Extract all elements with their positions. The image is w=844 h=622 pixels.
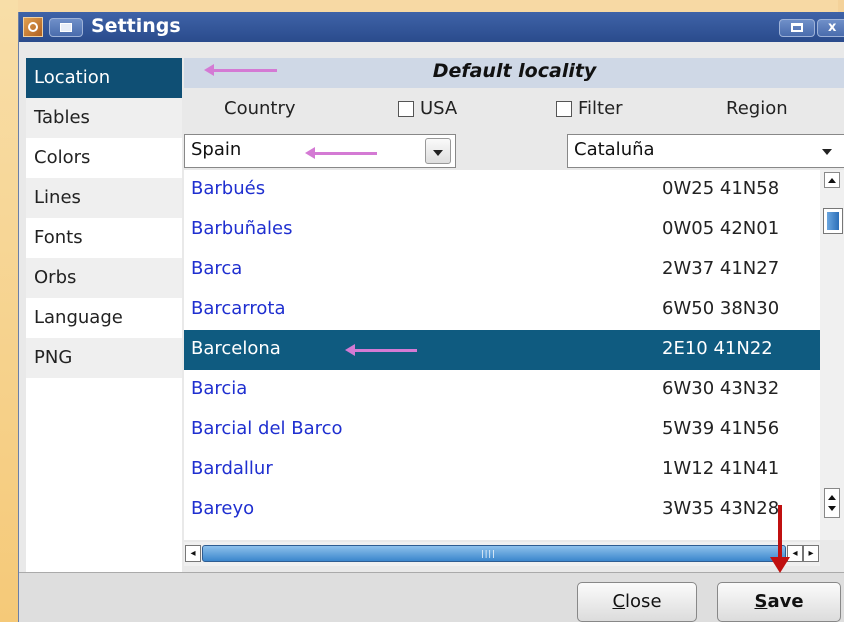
app-icon[interactable]: [23, 17, 43, 37]
sidebar-item-orbs[interactable]: Orbs: [26, 258, 182, 298]
sidebar-item-tables[interactable]: Tables: [26, 98, 182, 138]
horizontal-scrollbar[interactable]: ◂ |||| ◂ ▸: [184, 542, 820, 566]
dialog-footer: Close Save: [19, 572, 844, 622]
location-coords: 3W35 43N28: [662, 498, 780, 519]
list-item[interactable]: Barcarrota 6W50 38N30: [184, 290, 820, 330]
list-item[interactable]: Bardallur 1W12 41N41: [184, 450, 820, 490]
close-button[interactable]: Close: [577, 582, 697, 622]
section-title: Default locality: [432, 60, 597, 82]
sidebar-item-language[interactable]: Language: [26, 298, 182, 338]
location-coords: 0W05 42N01: [662, 218, 780, 239]
annotation-arrow-save: [770, 505, 790, 573]
location-coords: 0W25 41N58: [662, 178, 780, 199]
sidebar-item-lines[interactable]: Lines: [26, 178, 182, 218]
country-label: Country: [224, 98, 296, 119]
location-name: Bardallur: [191, 458, 273, 479]
location-name: Barbuñales: [191, 218, 293, 239]
location-name: Barcelona: [191, 338, 281, 359]
sidebar-item-fonts[interactable]: Fonts: [26, 218, 182, 258]
settings-window: Settings x Location Tables Colors Lines …: [18, 12, 844, 622]
chevron-down-icon[interactable]: [425, 138, 451, 164]
list-item[interactable]: Barbués 0W25 41N58: [184, 170, 820, 210]
location-name: Bareyo: [191, 498, 255, 519]
region-select[interactable]: Cataluña: [567, 134, 844, 168]
region-label: Region: [726, 98, 788, 119]
annotation-arrow-country: [305, 147, 377, 159]
list-item[interactable]: Barbuñales 0W05 42N01: [184, 210, 820, 250]
region-select-value: Cataluña: [574, 139, 655, 160]
maximize-button[interactable]: [779, 19, 815, 37]
scroll-right-arrow-icon[interactable]: ▸: [803, 545, 819, 562]
desktop-background: [0, 0, 18, 622]
window-menu-button[interactable]: [49, 18, 83, 37]
location-name: Barcarrota: [191, 298, 286, 319]
list-item[interactable]: Barcial del Barco 5W39 41N56: [184, 410, 820, 450]
close-button-label: lose: [625, 591, 662, 612]
filter-checkbox[interactable]: [556, 101, 572, 117]
sidebar-item-png[interactable]: PNG: [26, 338, 182, 378]
filter-label[interactable]: Filter: [578, 98, 623, 119]
location-name: Barca: [191, 258, 243, 279]
country-select-value: Spain: [191, 139, 242, 160]
save-button[interactable]: Save: [717, 582, 841, 622]
save-button-mnemonic: S: [754, 591, 768, 612]
locations-list[interactable]: Barbués 0W25 41N58 Barbuñales 0W05 42N01…: [184, 170, 820, 540]
location-name: Barbués: [191, 178, 266, 199]
annotation-arrow-location: [204, 64, 277, 76]
location-panel: Default locality Country USA Filter Regi…: [182, 58, 844, 572]
title-bar[interactable]: Settings x: [19, 12, 844, 42]
location-name: Barcial del Barco: [191, 418, 343, 439]
location-coords: 2W37 41N27: [662, 258, 780, 279]
section-header: Default locality: [184, 58, 844, 88]
location-coords: 5W39 41N56: [662, 418, 780, 439]
close-window-button[interactable]: x: [817, 19, 844, 37]
scroll-left-arrow-icon[interactable]: ◂: [185, 545, 201, 562]
close-button-mnemonic: C: [612, 591, 626, 612]
list-item[interactable]: Barca 2W37 41N27: [184, 250, 820, 290]
sidebar-item-colors[interactable]: Colors: [26, 138, 182, 178]
horizontal-scroll-thumb[interactable]: ||||: [202, 545, 786, 562]
country-select[interactable]: Spain: [184, 134, 456, 168]
location-coords: 6W50 38N30: [662, 298, 780, 319]
location-coords: 1W12 41N41: [662, 458, 780, 479]
filter-row: Country USA Filter Region: [182, 88, 844, 134]
list-item-selected[interactable]: Barcelona 2E10 41N22: [184, 330, 820, 370]
dialog-content: Location Tables Colors Lines Fonts Orbs …: [19, 42, 844, 572]
vertical-scroll-thumb[interactable]: [823, 208, 843, 234]
usa-label[interactable]: USA: [420, 98, 457, 119]
window-title: Settings: [91, 15, 181, 37]
location-name: Barcia: [191, 378, 248, 399]
annotation-arrow-barcelona: [345, 344, 417, 356]
list-item[interactable]: Bareyo 3W35 43N28: [184, 490, 820, 530]
chevron-down-icon[interactable]: [815, 138, 841, 164]
settings-sidebar: Location Tables Colors Lines Fonts Orbs …: [26, 58, 182, 572]
vertical-scrollbar[interactable]: [820, 170, 844, 540]
location-coords: 6W30 43N32: [662, 378, 780, 399]
save-button-label: ave: [767, 591, 804, 612]
scroll-grip-icon: ||||: [481, 549, 496, 558]
usa-checkbox[interactable]: [398, 101, 414, 117]
scroll-up-arrow-icon[interactable]: [824, 172, 840, 188]
location-coords: 2E10 41N22: [662, 338, 773, 359]
sidebar-item-location[interactable]: Location: [26, 58, 182, 98]
list-item[interactable]: Barcia 6W30 43N32: [184, 370, 820, 410]
scroll-stepper-icon[interactable]: [824, 488, 840, 518]
